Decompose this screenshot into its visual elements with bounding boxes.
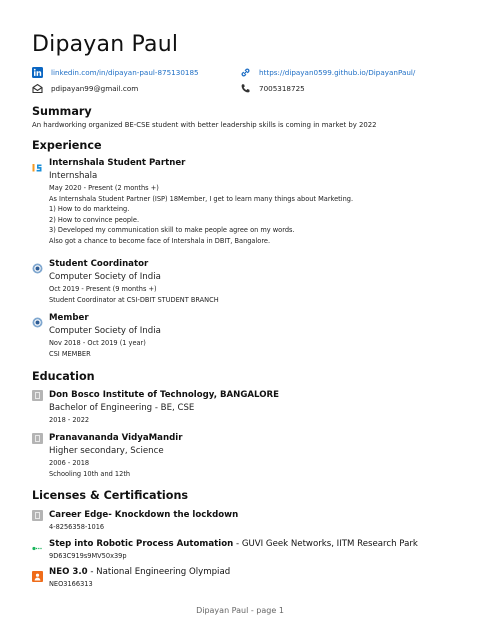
- csi-logo-icon: [32, 259, 43, 274]
- experience-org: Computer Society of India: [49, 326, 161, 336]
- phone-icon: [240, 83, 251, 94]
- school-placeholder-icon: [32, 390, 43, 401]
- page-footer: Dipayan Paul - page 1: [196, 606, 284, 615]
- experience-dates: Nov 2018 - Oct 2019 (1 year): [49, 339, 146, 347]
- phone-contact[interactable]: 7005318725: [240, 83, 305, 94]
- education-school: Don Bosco Institute of Technology, BANGA…: [49, 390, 280, 400]
- license-title: Step into Robotic Process Automation - G…: [49, 539, 418, 549]
- website-link[interactable]: https://dipayan0599.github.io/DipayanPau…: [259, 68, 415, 77]
- email-text[interactable]: pdipayan99@gmail.com: [51, 84, 138, 93]
- experience-title: Member: [49, 313, 89, 323]
- link-icon: [240, 67, 251, 78]
- experience-description: As Internshala Student Partner (ISP) 18M…: [49, 194, 354, 203]
- experience-org: Computer Society of India: [49, 272, 161, 282]
- education-school: Pranavananda VidyaMandir: [49, 433, 183, 443]
- experience-dates: Oct 2019 - Present (9 months +): [49, 285, 157, 293]
- summary-text: An hardworking organized BE-CSE student …: [32, 121, 377, 129]
- license-title: Career Edge- Knockdown the lockdown: [49, 510, 239, 520]
- experience-description: Also got a chance to become face of Inte…: [49, 236, 271, 245]
- experience-heading: Experience: [32, 139, 102, 152]
- neo-logo-icon: [32, 567, 43, 582]
- resume-name: Dipayan Paul: [32, 32, 179, 57]
- experience-description: 3) Developed my communication skill to m…: [49, 226, 295, 235]
- education-heading: Education: [32, 370, 95, 383]
- csi-logo-icon: [32, 313, 43, 328]
- school-placeholder-icon: [32, 433, 43, 444]
- experience-description: Student Coordinator at CSI-DBIT STUDENT …: [49, 295, 219, 304]
- education-years: 2006 - 2018: [49, 459, 90, 467]
- experience-org: Internshala: [49, 171, 98, 181]
- license-id: 9D63C919s9MV50x39p: [49, 552, 127, 560]
- experience-description: 2) How to convince people.: [49, 215, 140, 224]
- summary-heading: Summary: [32, 105, 92, 118]
- internshala-logo-icon: [32, 158, 43, 172]
- education-note: Schooling 10th and 12th: [49, 469, 131, 478]
- website-contact[interactable]: https://dipayan0599.github.io/DipayanPau…: [240, 67, 415, 78]
- license-title: NEO 3.0 - National Engineering Olympiad: [49, 567, 231, 577]
- email-contact[interactable]: pdipayan99@gmail.com: [32, 83, 138, 94]
- licenses-heading: Licenses & Certifications: [32, 489, 189, 502]
- linkedin-contact[interactable]: linkedin.com/in/dipayan-paul-875130185: [32, 67, 199, 78]
- license-id: 4-8256358-1016: [49, 523, 105, 531]
- guvi-logo-icon: [32, 539, 43, 551]
- experience-description: 1) How to do markteing.: [49, 205, 130, 214]
- envelope-icon: [32, 83, 43, 94]
- experience-dates: May 2020 - Present (2 months +): [49, 184, 159, 192]
- experience-title: Student Coordinator: [49, 259, 149, 269]
- experience-title: Internshala Student Partner: [49, 158, 186, 168]
- linkedin-icon: [32, 67, 43, 78]
- education-degree: Higher secondary, Science: [49, 446, 164, 456]
- education-degree: Bachelor of Engineering - BE, CSE: [49, 403, 195, 413]
- phone-text: 7005318725: [259, 84, 305, 93]
- license-id: NEO3166313: [49, 580, 93, 588]
- linkedin-link[interactable]: linkedin.com/in/dipayan-paul-875130185: [51, 68, 199, 77]
- education-years: 2018 - 2022: [49, 416, 90, 424]
- certificate-placeholder-icon: [32, 510, 43, 521]
- experience-description: CSI MEMBER: [49, 349, 91, 358]
